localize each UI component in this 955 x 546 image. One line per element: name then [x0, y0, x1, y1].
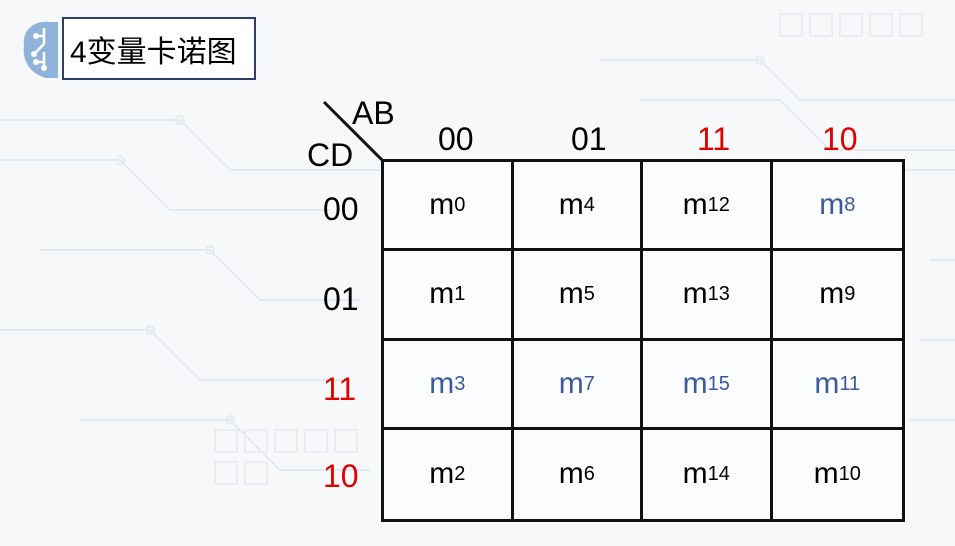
minterm-cell: m 10	[813, 457, 861, 491]
karnaugh-map-grid: m 0 m 4 m 12 m 8 m 1 m 5 m 13 m 9 m 3 m 7 m 15 m 11 m 2 m 6 m 14 m 10	[381, 159, 905, 522]
brain-circuit-logo	[23, 21, 59, 78]
minterm-symbol: m	[558, 277, 584, 311]
minterm-symbol: m	[813, 457, 839, 491]
minterm-cell: m8	[772, 162, 902, 252]
slide-title-text: 4变量卡诺图	[70, 35, 237, 69]
minterm-cell: m9	[772, 251, 902, 341]
minterm-cell: m7	[513, 340, 643, 430]
column-header: 11	[697, 121, 731, 157]
minterm-symbol: m	[819, 277, 845, 311]
minterm-cell: m0	[384, 162, 514, 252]
minterm-symbol: m	[814, 366, 840, 400]
minterm-cell: m 13	[643, 251, 773, 341]
row-header: 00	[323, 191, 359, 227]
row-header: 01	[323, 281, 359, 317]
minterm-symbol: m	[558, 366, 584, 400]
minterm-symbol: m	[682, 457, 708, 491]
minterm-symbol: m	[819, 188, 845, 222]
minterm-cell: m2	[384, 429, 514, 519]
minterm-cell: m 12	[643, 162, 773, 252]
minterm-symbol: m	[682, 277, 708, 311]
minterm-cell: m1	[384, 251, 514, 341]
minterm-symbol: m	[429, 457, 455, 491]
minterm-cell: m3	[384, 340, 514, 430]
minterm-cell: m 11	[772, 341, 902, 430]
column-header: 10	[822, 121, 858, 157]
column-variable-label: AB	[352, 95, 395, 131]
column-header: 00	[438, 121, 474, 157]
minterm-symbol: m	[682, 366, 708, 400]
minterm-symbol: m	[429, 188, 455, 222]
minterm-cell: m6	[514, 429, 643, 519]
minterm-symbol: m	[429, 277, 455, 311]
row-header: 10	[323, 458, 359, 494]
column-header: 01	[571, 121, 607, 157]
minterm-symbol: m	[682, 188, 708, 222]
minterm-symbol: m	[558, 188, 584, 222]
minterm-symbol: m	[429, 366, 455, 400]
slide-title: 4变量卡诺图	[62, 17, 256, 80]
minterm-cell: m4	[513, 162, 643, 252]
row-variable-label: CD	[307, 137, 354, 173]
minterm-cell: m 15	[643, 340, 773, 430]
row-header: 11	[323, 371, 357, 407]
minterm-cell: m5	[513, 251, 643, 341]
minterm-symbol: m	[558, 457, 584, 491]
minterm-cell: m 14	[643, 429, 773, 519]
